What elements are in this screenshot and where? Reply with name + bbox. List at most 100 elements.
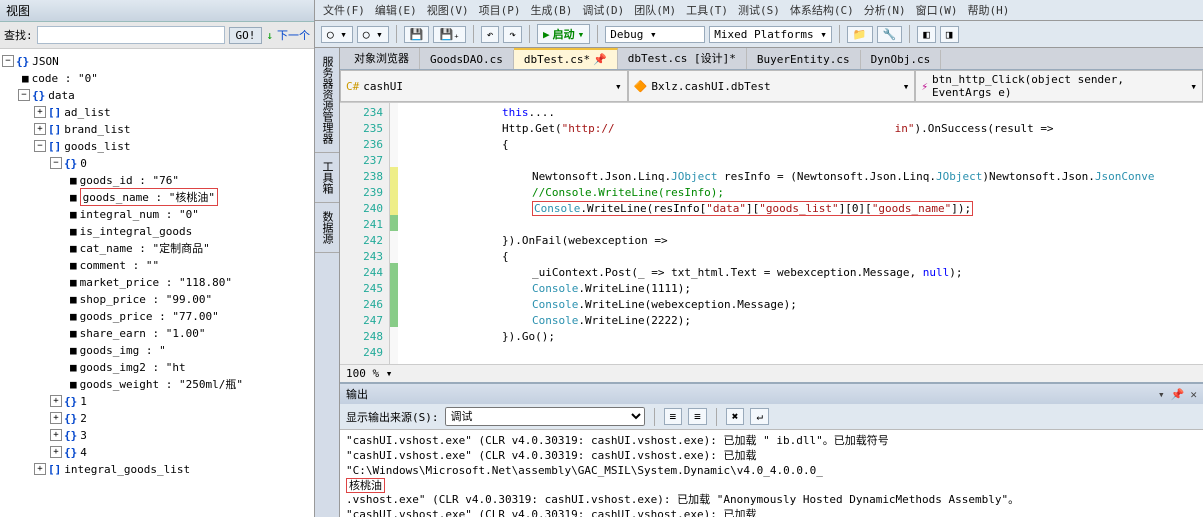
- index-1-node[interactable]: 1: [80, 395, 87, 408]
- expand-icon[interactable]: +: [34, 463, 46, 475]
- tab-dbtest-design[interactable]: dbTest.cs [设计]*: [618, 48, 747, 69]
- menu-item[interactable]: 文件(F): [323, 2, 365, 18]
- wrap-button[interactable]: ↵: [750, 408, 769, 425]
- menu-item[interactable]: 调试(D): [582, 2, 624, 18]
- tool-button[interactable]: ◨: [940, 26, 959, 43]
- redo-button[interactable]: ↷: [503, 26, 522, 43]
- menu-item[interactable]: 视图(V): [427, 2, 469, 18]
- data-node[interactable]: data: [48, 89, 75, 102]
- tool-button[interactable]: ◧: [917, 26, 936, 43]
- expand-icon[interactable]: +: [34, 123, 46, 135]
- expand-icon[interactable]: +: [50, 395, 62, 407]
- collapse-icon[interactable]: −: [2, 55, 14, 67]
- index-4-node[interactable]: 4: [80, 446, 87, 459]
- goods-list-node[interactable]: goods_list: [64, 140, 130, 153]
- back-button[interactable]: ◯ ▾: [321, 26, 353, 43]
- leaf-icon: ■: [70, 276, 77, 289]
- goods-img-node[interactable]: goods_img : ": [80, 344, 166, 357]
- ad-list-node[interactable]: ad_list: [64, 106, 110, 119]
- comment-node[interactable]: comment : "": [80, 259, 159, 272]
- pin-icon[interactable]: 📌: [1171, 388, 1185, 401]
- brand-list-node[interactable]: brand_list: [64, 123, 130, 136]
- expand-icon[interactable]: +: [50, 429, 62, 441]
- output-text[interactable]: "cashUI.vshost.exe" (CLR v4.0.30319: cas…: [340, 430, 1203, 517]
- start-button[interactable]: ▶ 启动 ▾: [537, 24, 590, 44]
- root-node[interactable]: JSON: [32, 55, 59, 68]
- integral-num-node[interactable]: integral_num : "0": [80, 208, 199, 221]
- goods-price-node[interactable]: goods_price : "77.00": [80, 310, 219, 323]
- dropdown-icon[interactable]: ▾: [1158, 388, 1165, 401]
- collapse-icon[interactable]: −: [50, 157, 62, 169]
- tab-goods-dao[interactable]: GoodsDAO.cs: [420, 50, 514, 69]
- object-icon: {}: [64, 429, 77, 442]
- leaf-icon: ■: [70, 378, 77, 391]
- expand-icon[interactable]: +: [50, 412, 62, 424]
- datasources-tab[interactable]: 数据源: [315, 203, 339, 253]
- goods-name-node[interactable]: goods_name : "核桃油": [80, 188, 218, 206]
- menu-item[interactable]: 帮助(H): [968, 2, 1010, 18]
- code-editor[interactable]: 2342352362372382392402412422432442452462…: [340, 103, 1203, 364]
- collapse-icon[interactable]: −: [18, 89, 30, 101]
- tool-button[interactable]: 📁: [847, 26, 873, 43]
- class-dropdown[interactable]: 🔶Bxlz.cashUI.dbTest▾: [628, 70, 916, 102]
- menu-item[interactable]: 编辑(E): [375, 2, 417, 18]
- go-button[interactable]: GO!: [229, 27, 263, 44]
- platform-dropdown[interactable]: Mixed Platforms ▾: [709, 26, 832, 43]
- menu-item[interactable]: 生成(B): [531, 2, 573, 18]
- method-dropdown[interactable]: ⚡btn_http_Click(object sender, EventArgs…: [915, 70, 1203, 102]
- json-tree[interactable]: −{}JSON ■code : "0" −{}data +[]ad_list +…: [0, 49, 314, 517]
- goods-img2-node[interactable]: goods_img2 : "ht: [80, 361, 186, 374]
- cat-name-node[interactable]: cat_name : "定制商品": [80, 240, 210, 256]
- server-explorer-tab[interactable]: 服务器资源管理器: [315, 48, 339, 153]
- close-icon[interactable]: ✕: [1190, 388, 1197, 401]
- leaf-icon: ■: [70, 191, 77, 204]
- expand-icon[interactable]: +: [34, 106, 46, 118]
- config-dropdown[interactable]: Debug ▾: [605, 26, 705, 43]
- menu-item[interactable]: 分析(N): [864, 2, 906, 18]
- object-icon: {}: [64, 395, 77, 408]
- namespace-dropdown[interactable]: C#cashUI▾: [340, 70, 628, 102]
- goods-id-node[interactable]: goods_id : "76": [80, 174, 179, 187]
- search-input[interactable]: [37, 26, 225, 44]
- undo-button[interactable]: ↶: [481, 26, 500, 43]
- menu-item[interactable]: 团队(M): [634, 2, 676, 18]
- search-row: 查找: GO! ↓ 下一个: [0, 22, 314, 49]
- json-tree-panel: 视图 查找: GO! ↓ 下一个 −{}JSON ■code : "0" −{}…: [0, 0, 315, 517]
- output-toolbar: 显示输出来源(S): 调试 ≡ ≡ ✖ ↵: [340, 404, 1203, 430]
- tab-dynobj[interactable]: DynObj.cs: [861, 50, 942, 69]
- toolbox-tab[interactable]: 工具箱: [315, 153, 339, 203]
- clear-button[interactable]: ✖: [726, 408, 745, 425]
- code-node[interactable]: code : "0": [32, 72, 98, 85]
- menu-item[interactable]: 测试(S): [738, 2, 780, 18]
- forward-button[interactable]: ◯ ▾: [357, 26, 389, 43]
- tool-button[interactable]: ≡: [664, 408, 683, 425]
- menu-item[interactable]: 工具(T): [686, 2, 728, 18]
- index-3-node[interactable]: 3: [80, 429, 87, 442]
- is-integral-goods-node[interactable]: is_integral_goods: [80, 225, 193, 238]
- tab-object-browser[interactable]: 对象浏览器: [344, 48, 420, 69]
- next-link[interactable]: 下一个: [277, 27, 310, 43]
- menu-item[interactable]: 窗口(W): [916, 2, 958, 18]
- save-button[interactable]: 💾: [404, 26, 430, 43]
- pin-icon[interactable]: 📌: [593, 53, 607, 66]
- tab-dbtest[interactable]: dbTest.cs*📌: [514, 48, 618, 69]
- market-price-node[interactable]: market_price : "118.80": [80, 276, 232, 289]
- index-2-node[interactable]: 2: [80, 412, 87, 425]
- tab-buyer-entity[interactable]: BuyerEntity.cs: [747, 50, 861, 69]
- save-all-button[interactable]: 💾₊: [433, 26, 465, 43]
- goods-weight-node[interactable]: goods_weight : "250ml/瓶": [80, 376, 243, 392]
- output-source-dropdown[interactable]: 调试: [445, 407, 645, 426]
- share-earn-node[interactable]: share_earn : "1.00": [80, 327, 206, 340]
- integral-goods-list-node[interactable]: integral_goods_list: [64, 463, 190, 476]
- tool-button[interactable]: ≡: [688, 408, 707, 425]
- tool-button[interactable]: 🔧: [877, 26, 903, 43]
- menu-item[interactable]: 体系结构(C): [790, 2, 854, 18]
- leaf-icon: ■: [70, 208, 77, 221]
- index-0-node[interactable]: 0: [80, 157, 87, 170]
- shop-price-node[interactable]: shop_price : "99.00": [80, 293, 212, 306]
- collapse-icon[interactable]: −: [34, 140, 46, 152]
- code-body[interactable]: this.... Http.Get("http://in").OnSuccess…: [398, 103, 1203, 364]
- zoom-bar[interactable]: 100 % ▾: [340, 364, 1203, 382]
- expand-icon[interactable]: +: [50, 446, 62, 458]
- menu-item[interactable]: 项目(P): [479, 2, 521, 18]
